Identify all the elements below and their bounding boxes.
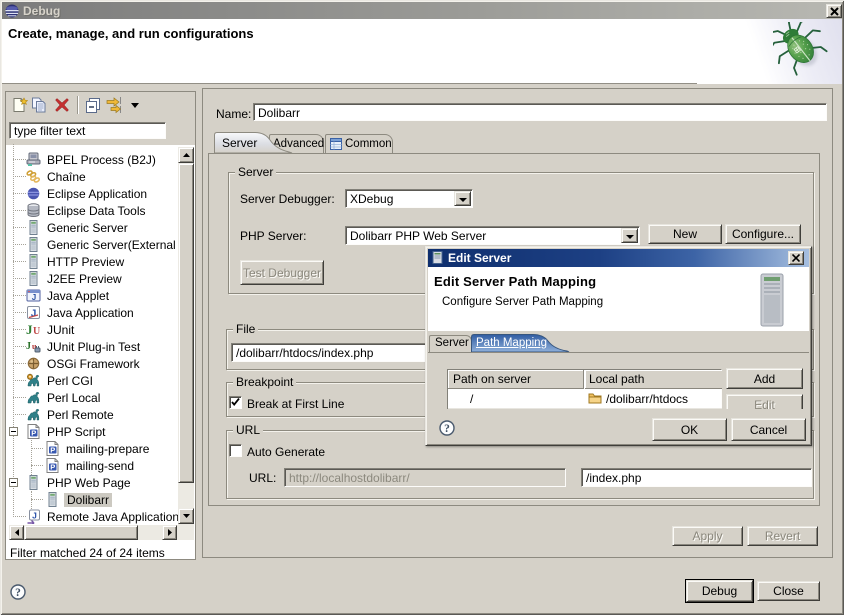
svg-text:?: ? [15,587,21,599]
svg-text:?: ? [444,423,450,435]
